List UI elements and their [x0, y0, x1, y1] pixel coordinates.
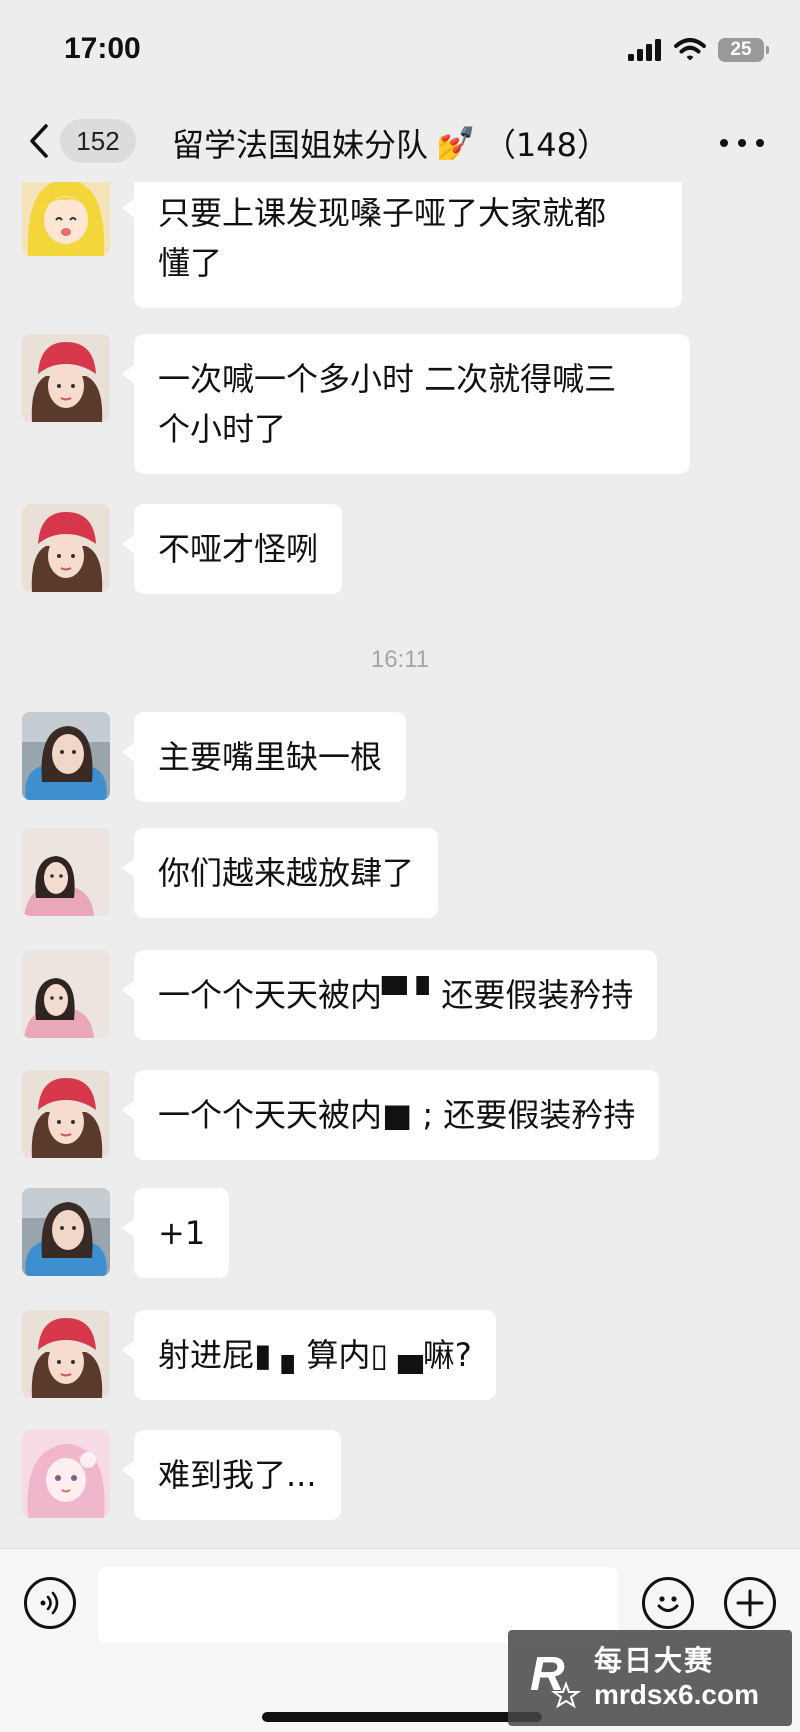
- message-text: 一次喊一个多小时 二次就得喊三: [158, 360, 617, 398]
- avatar-anime-pink[interactable]: [22, 1430, 110, 1518]
- message-bubble[interactable]: +1: [121, 1188, 230, 1278]
- message-bubble[interactable]: 不哑才怪咧: [121, 504, 343, 594]
- unread-count-badge: 152: [60, 119, 136, 163]
- avatar-girl-red-hat[interactable]: [22, 504, 110, 592]
- message-text: 主要嘴里缺一根: [158, 738, 383, 776]
- time-divider: 16:11: [370, 646, 430, 673]
- message-text: +1: [158, 1214, 206, 1252]
- message-bubble[interactable]: 射进屁▮ ▖算内▯ ▄嘛?: [122, 1310, 496, 1400]
- chat-title-text: 留学法国姐妹分队: [172, 126, 429, 164]
- message-bubble[interactable]: 主要嘴里缺一根: [121, 712, 407, 802]
- nail-polish-emoji: 💅: [436, 124, 476, 162]
- message-text: 只要上课发现嗓子哑了大家就都: [158, 194, 607, 232]
- avatar-girl-red-hat[interactable]: [22, 1070, 110, 1158]
- back-button[interactable]: 152: [28, 118, 150, 164]
- signal-icon: [628, 39, 661, 61]
- message-bubble[interactable]: 一个个天天被内▀ ▘还要假装矜持: [121, 950, 658, 1040]
- emoji-icon: [657, 1596, 679, 1612]
- message-bubble[interactable]: 一次喊一个多小时 二次就得喊三 个小时了: [122, 334, 690, 474]
- avatar-anime-yellow[interactable]: [22, 182, 110, 256]
- watermark-url: mrdsx6.com: [594, 1679, 759, 1710]
- nav-bar: 152 留学法国姐妹分队 💅 （148）: [0, 104, 800, 182]
- message-text: 不哑才怪咧: [158, 530, 319, 568]
- message-bubble[interactable]: 难到我了...: [122, 1430, 341, 1520]
- home-indicator: [262, 1712, 542, 1722]
- message-text: 难到我了...: [158, 1456, 317, 1494]
- message-bubble[interactable]: 只要上课发现嗓子哑了大家就都 懂了: [122, 182, 682, 308]
- message-text: 个小时了: [158, 410, 287, 448]
- message-list[interactable]: 只要上课发现嗓子哑了大家就都 懂了 一次喊一个多小时 二次就得喊三 个小时了 不…: [0, 182, 800, 1548]
- member-count: （148）: [483, 126, 609, 164]
- watermark-logo: R: [526, 1646, 582, 1710]
- message-text: 射进屁▮ ▖算内▯ ▄嘛?: [158, 1336, 472, 1374]
- avatar-girl-pink[interactable]: [22, 950, 110, 1038]
- avatar-girl-pink[interactable]: [22, 828, 110, 916]
- avatar-girl-car[interactable]: [22, 712, 110, 800]
- more-functions-button[interactable]: [724, 1577, 776, 1629]
- avatar-girl-red-hat[interactable]: [22, 1310, 110, 1398]
- avatar-girl-car[interactable]: [22, 1188, 110, 1276]
- watermark-title: 每日大赛: [594, 1645, 715, 1676]
- message-bubble[interactable]: 一个个天天被内■ ; 还要假装矜持: [121, 1070, 660, 1160]
- status-time: 17:00: [64, 32, 141, 65]
- battery-icon: 25: [718, 38, 769, 62]
- voice-button[interactable]: [24, 1577, 76, 1629]
- message-text: 你们越来越放肆了: [158, 854, 415, 892]
- emoji-button[interactable]: [642, 1577, 694, 1629]
- svg-text:R: R: [530, 1648, 565, 1701]
- more-button[interactable]: [720, 128, 764, 158]
- status-icons: 25: [628, 34, 769, 66]
- wifi-icon: [674, 38, 706, 61]
- message-text: 懂了: [158, 244, 223, 282]
- plus-icon: [736, 1589, 764, 1617]
- avatar-girl-red-hat[interactable]: [22, 334, 110, 422]
- voice-icon: [40, 1591, 59, 1615]
- message-text: 一个个天天被内■ ; 还要假装矜持: [158, 1096, 636, 1134]
- status-bar: 17:00 25: [0, 0, 800, 104]
- chat-title[interactable]: 留学法国姐妹分队 💅 （148）: [172, 120, 609, 166]
- message-bubble[interactable]: 你们越来越放肆了: [121, 828, 439, 918]
- more-icon: [720, 139, 728, 147]
- message-text: 一个个天天被内▀ ▘还要假装矜持: [158, 976, 634, 1014]
- chevron-left-icon: [30, 124, 48, 158]
- watermark: R 每日大赛 mrdsx6.com: [508, 1630, 792, 1726]
